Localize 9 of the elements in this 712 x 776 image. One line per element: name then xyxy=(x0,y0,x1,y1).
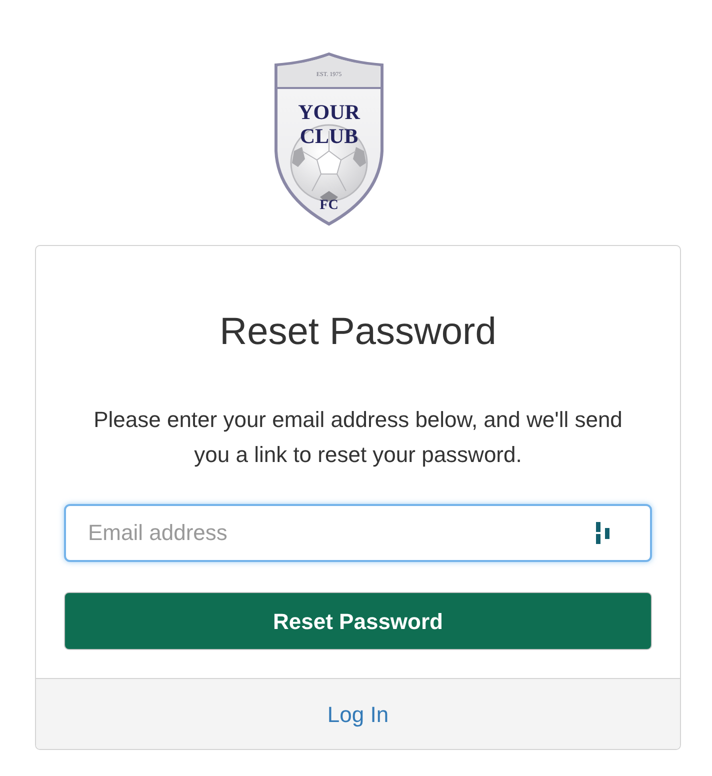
vertical-bars-icon[interactable] xyxy=(596,522,610,544)
instructions-text: Please enter your email address below, and we'll send you a link to reset your password. xyxy=(92,406,624,469)
crest-club-name: CLUB xyxy=(300,124,358,148)
log-in-link[interactable]: Log In xyxy=(327,698,389,730)
reset-password-button[interactable]: Reset Password xyxy=(64,592,652,650)
card-title: Reset Password xyxy=(220,310,496,354)
crest-club-name: YOUR xyxy=(298,100,360,124)
crest-suffix-text: FC xyxy=(320,198,338,213)
email-field[interactable]: Email address xyxy=(64,504,652,562)
